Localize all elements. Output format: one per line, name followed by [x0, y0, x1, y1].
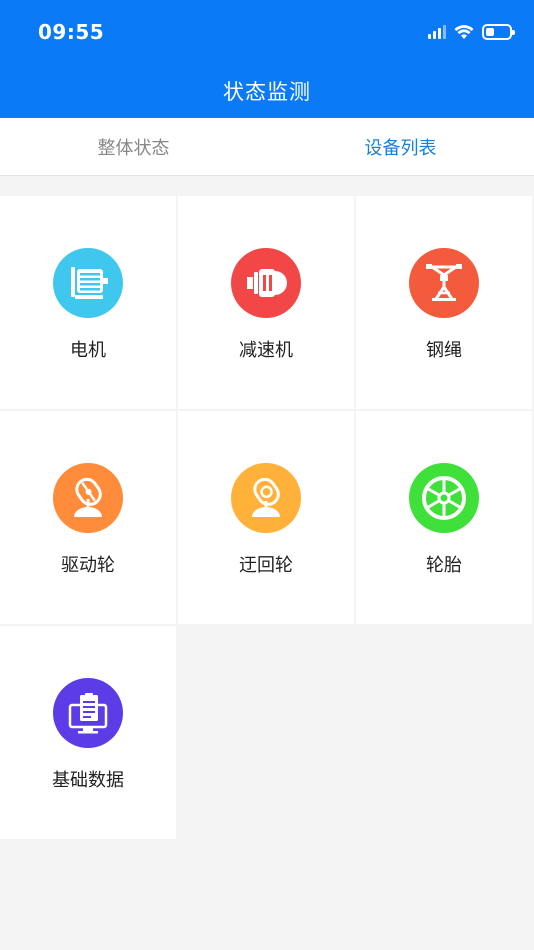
device-label: 减速机	[239, 340, 293, 361]
return-wheel-icon	[231, 463, 301, 533]
status-time: 09:55	[38, 20, 105, 44]
battery-fill	[486, 28, 494, 36]
device-item-basic-data[interactable]: 基础数据	[0, 626, 176, 839]
device-label: 钢绳	[426, 340, 462, 361]
device-item-return-wheel[interactable]: 迂回轮	[178, 411, 354, 624]
wire-rope-icon	[409, 248, 479, 318]
page-title: 状态监测	[223, 80, 311, 104]
device-item-motor[interactable]: 电机	[0, 196, 176, 409]
cellular-signal-icon	[428, 25, 446, 39]
motor-icon	[53, 248, 123, 318]
device-label: 迂回轮	[239, 555, 293, 576]
device-item-drive-wheel[interactable]: 驱动轮	[0, 411, 176, 624]
device-item-tire[interactable]: 轮胎	[356, 411, 532, 624]
device-label: 基础数据	[52, 770, 124, 791]
basic-data-icon	[53, 678, 123, 748]
tire-icon	[409, 463, 479, 533]
device-label: 电机	[70, 340, 106, 361]
device-item-wire-rope[interactable]: 钢绳	[356, 196, 532, 409]
drive-wheel-icon	[53, 463, 123, 533]
tab-device-list[interactable]: 设备列表	[267, 118, 534, 175]
device-label: 驱动轮	[61, 555, 115, 576]
reducer-icon	[231, 248, 301, 318]
status-indicators	[428, 22, 515, 42]
device-item-reducer[interactable]: 减速机	[178, 196, 354, 409]
tab-bar: 整体状态 设备列表	[0, 118, 534, 176]
tab-overall-status[interactable]: 整体状态	[0, 118, 267, 175]
battery-icon	[482, 24, 515, 40]
wifi-icon	[454, 24, 474, 39]
device-label: 轮胎	[426, 555, 462, 576]
app-header: 09:55 状态监测	[0, 0, 534, 118]
